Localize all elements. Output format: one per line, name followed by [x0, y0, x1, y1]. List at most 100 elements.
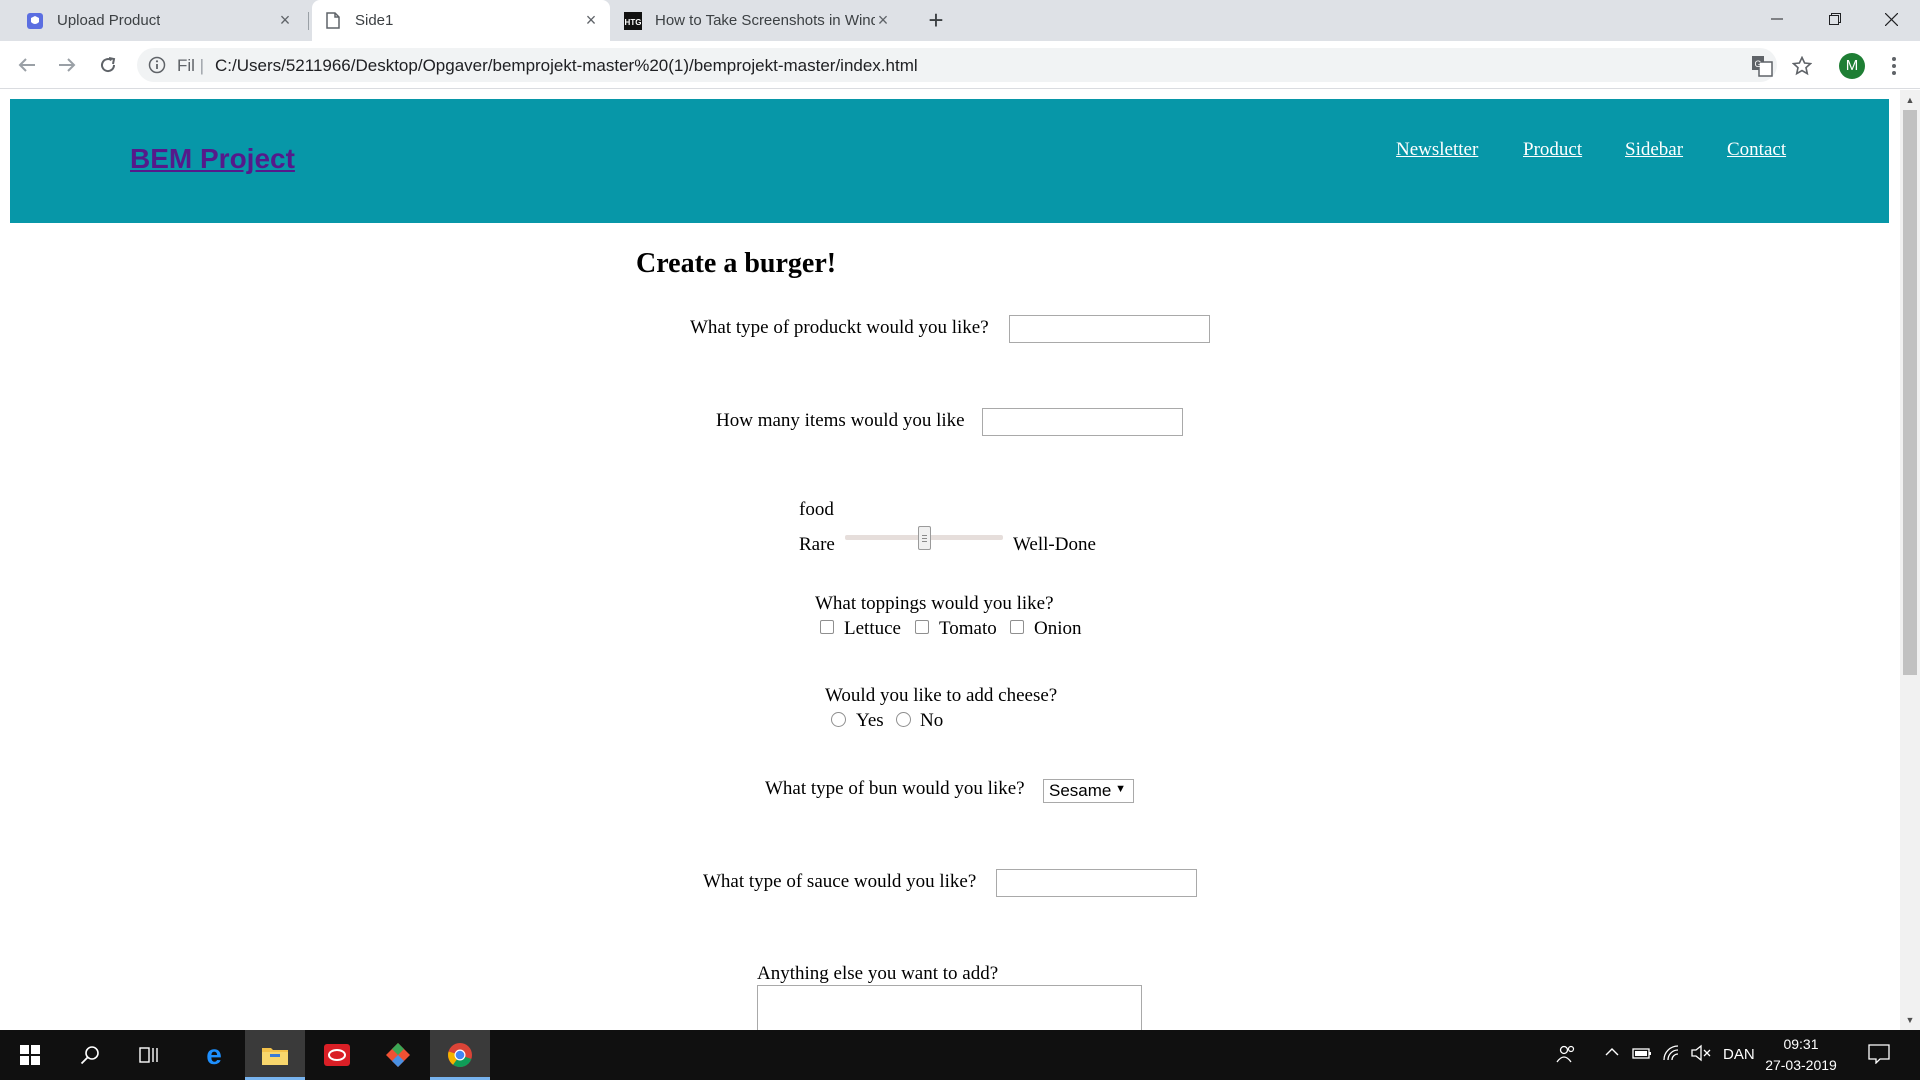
- slider-min-label: Rare: [799, 534, 835, 555]
- htg-icon: HTG: [624, 11, 642, 30]
- nav-link-contact[interactable]: Contact: [1727, 139, 1786, 161]
- svg-text:e: e: [206, 1042, 222, 1068]
- nav-link-newsletter[interactable]: Newsletter: [1396, 139, 1478, 161]
- notification-icon[interactable]: [1868, 1044, 1890, 1068]
- address-bar[interactable]: Fil | C:/Users/5211966/Desktop/Opgaver/b…: [137, 48, 1777, 82]
- creative-cloud-taskbar-button[interactable]: [307, 1030, 367, 1080]
- nav-link-product[interactable]: Product: [1523, 139, 1582, 161]
- chrome-taskbar-button[interactable]: [430, 1030, 490, 1080]
- scrollbar-thumb[interactable]: [1903, 110, 1917, 675]
- slider-max-label: Well-Done: [1013, 534, 1096, 555]
- items-label: How many items would you like: [716, 410, 965, 431]
- site-header: BEM Project Newsletter Product Sidebar C…: [10, 99, 1889, 223]
- menu-kebab-icon[interactable]: [1882, 54, 1906, 78]
- radio-cheese-yes[interactable]: [831, 712, 846, 727]
- cheese-option-no: No: [920, 710, 944, 731]
- product-input[interactable]: [1009, 315, 1210, 343]
- new-tab-button[interactable]: +: [922, 7, 950, 35]
- scheme-label: Fil |: [177, 56, 205, 75]
- chrome-icon: [448, 1043, 472, 1068]
- url-text[interactable]: C:/Users/5211966/Desktop/Opgaver/bemproj…: [215, 56, 918, 76]
- restore-icon: [1829, 13, 1841, 25]
- bun-selected-value: Sesame: [1049, 781, 1112, 800]
- tab-title: Side1: [355, 12, 394, 29]
- cheese-option-yes: Yes: [856, 710, 884, 731]
- svg-text:G: G: [1754, 59, 1761, 69]
- site-logo-link[interactable]: BEM Project: [130, 143, 295, 175]
- tab-strip: Upload Product × Side1 × HTG How to Take…: [0, 0, 1920, 41]
- search-icon: [80, 1046, 99, 1065]
- windows-taskbar: e DAN 09:31 27-03-2019: [0, 1030, 1920, 1080]
- git-diamond-icon: [386, 1043, 410, 1067]
- battery-icon[interactable]: [1632, 1045, 1652, 1065]
- restore-button[interactable]: [1806, 0, 1864, 38]
- extra-label: Anything else you want to add?: [757, 963, 999, 984]
- checkbox-tomato[interactable]: [915, 620, 929, 634]
- browser-toolbar: Fil | C:/Users/5211966/Desktop/Opgaver/b…: [0, 41, 1920, 89]
- file-explorer-taskbar-button[interactable]: [245, 1030, 305, 1080]
- close-window-button[interactable]: [1862, 0, 1920, 38]
- page-scrollbar[interactable]: ▲ ▼: [1900, 90, 1920, 1030]
- info-icon[interactable]: [148, 56, 166, 74]
- page-viewport: BEM Project Newsletter Product Sidebar C…: [0, 90, 1900, 1030]
- start-button[interactable]: [0, 1030, 60, 1080]
- page-title: Create a burger!: [636, 248, 837, 279]
- checkbox-onion[interactable]: [1010, 620, 1024, 634]
- clock-time: 09:31: [1783, 1036, 1819, 1052]
- sauce-input[interactable]: [996, 869, 1197, 897]
- minimize-button[interactable]: [1748, 0, 1806, 38]
- slider-caption: food: [799, 499, 834, 520]
- tab-upload-product[interactable]: Upload Product ×: [14, 0, 304, 41]
- topping-label-lettuce: Lettuce: [844, 618, 901, 639]
- sauce-label: What type of sauce would you like?: [703, 871, 977, 892]
- taskbar-clock[interactable]: 09:31 27-03-2019: [1764, 1034, 1838, 1076]
- translate-icon[interactable]: G: [1750, 54, 1774, 78]
- minimize-icon: [1771, 18, 1783, 20]
- wifi-icon[interactable]: [1662, 1044, 1682, 1066]
- tab-title: Upload Product: [57, 12, 161, 29]
- bun-select[interactable]: Sesame ▼: [1043, 779, 1134, 803]
- nav-link-sidebar[interactable]: Sidebar: [1625, 139, 1683, 161]
- profile-avatar[interactable]: M: [1839, 53, 1865, 79]
- tab-side1[interactable]: Side1 ×: [312, 0, 610, 41]
- bun-label: What type of bun would you like?: [765, 778, 1025, 799]
- task-view-icon: [139, 1047, 158, 1063]
- close-icon[interactable]: ×: [874, 11, 892, 29]
- reload-button[interactable]: [94, 51, 122, 79]
- bookmark-star-icon[interactable]: [1790, 54, 1814, 78]
- forward-arrow-icon: [59, 58, 76, 72]
- doneness-slider-thumb[interactable]: [917, 526, 931, 550]
- back-arrow-icon: [18, 58, 35, 72]
- radio-cheese-no[interactable]: [896, 712, 911, 727]
- windows-logo-icon: [20, 1045, 40, 1065]
- chevron-up-icon[interactable]: [1604, 1044, 1620, 1064]
- clock-date: 27-03-2019: [1765, 1057, 1837, 1073]
- shield-icon: [26, 12, 44, 30]
- reload-icon: [101, 57, 116, 73]
- tab-how-to-screenshots[interactable]: HTG How to Take Screenshots in Windows ×: [612, 0, 902, 41]
- svg-text:HTG: HTG: [625, 18, 642, 27]
- scroll-up-icon[interactable]: ▲: [1904, 94, 1916, 106]
- git-app-taskbar-button[interactable]: [368, 1030, 428, 1080]
- close-icon[interactable]: ×: [582, 11, 600, 29]
- items-input[interactable]: [982, 408, 1183, 436]
- people-icon[interactable]: [1556, 1044, 1576, 1068]
- close-icon[interactable]: ×: [276, 11, 294, 29]
- back-button[interactable]: [13, 51, 41, 79]
- task-view-button[interactable]: [120, 1030, 180, 1080]
- document-icon: [324, 12, 342, 30]
- dropdown-arrow-icon: ▼: [1115, 783, 1126, 795]
- edge-icon: e: [206, 1042, 222, 1068]
- language-indicator[interactable]: DAN: [1723, 1046, 1755, 1063]
- checkbox-lettuce[interactable]: [820, 620, 834, 634]
- topping-label-onion: Onion: [1034, 618, 1082, 639]
- volume-muted-icon[interactable]: [1690, 1044, 1712, 1066]
- toppings-label: What toppings would you like?: [815, 593, 1054, 614]
- product-label: What type of produckt would you like?: [690, 317, 989, 338]
- folder-icon: [262, 1048, 288, 1065]
- forward-button[interactable]: [53, 51, 81, 79]
- scroll-down-icon[interactable]: ▼: [1904, 1014, 1916, 1026]
- extra-textarea[interactable]: [757, 985, 1142, 1030]
- edge-taskbar-button[interactable]: e: [184, 1030, 244, 1080]
- search-button[interactable]: [60, 1030, 120, 1080]
